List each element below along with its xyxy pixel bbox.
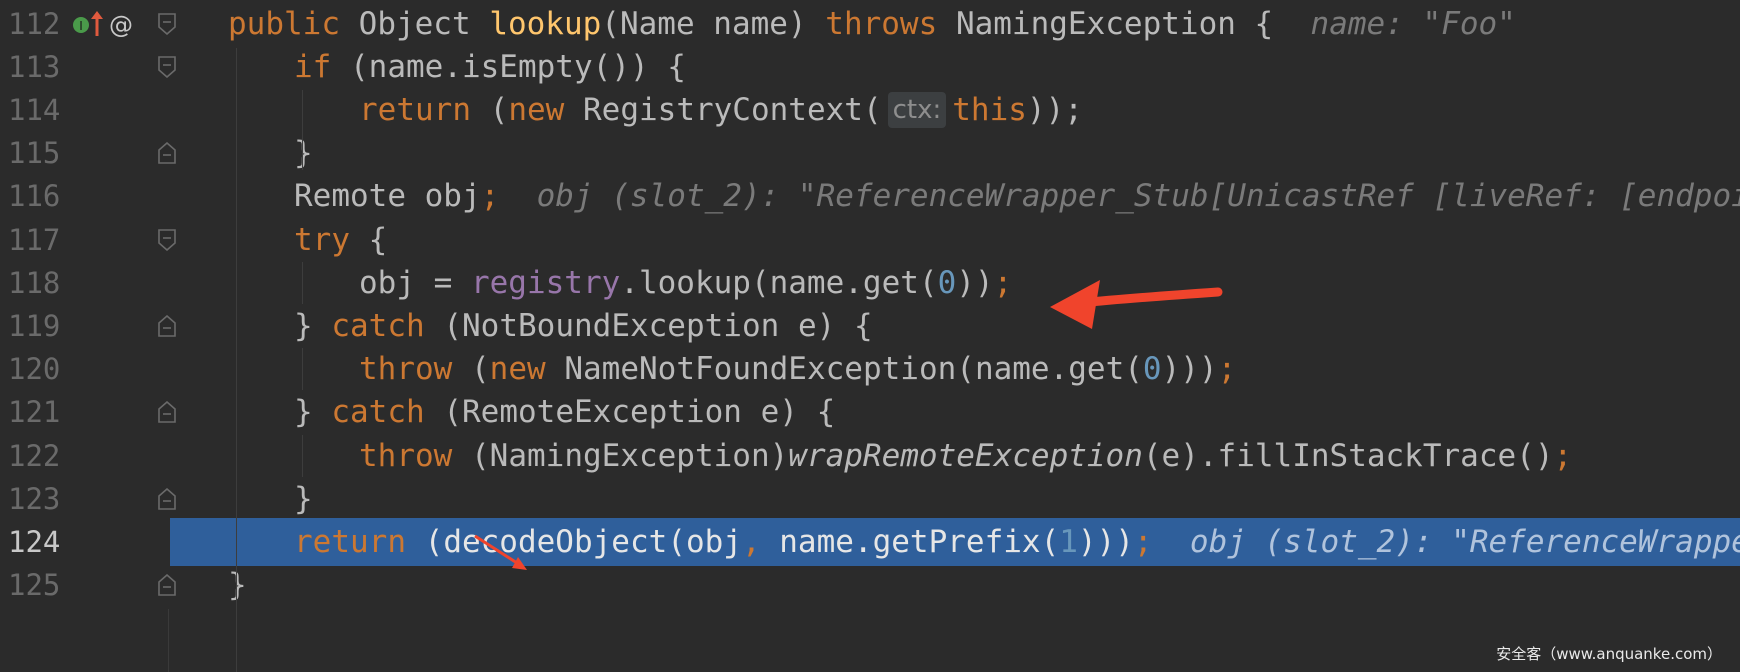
line-number: 118 [8,266,61,300]
code-text: } catch (RemoteException e) { [294,394,836,430]
indent-guide [302,90,303,170]
fold-open-icon[interactable] [158,229,176,251]
code-line-121[interactable]: 121 } catch (RemoteException e) { [0,388,1740,436]
line-number: 112 [8,7,61,41]
code-text: throw (new NameNotFoundException(name.ge… [359,351,1237,387]
inline-debug-value: obj (slot_2): "ReferenceWrapper [1189,524,1740,560]
gutter: 115 [0,129,176,177]
implements-icon[interactable]: I [73,17,89,33]
fold-close-icon[interactable] [158,315,176,337]
gutter: 123 [0,475,176,523]
code-text: try { [294,222,388,258]
line-number: 124 [8,525,61,559]
go-to-super-arrow-icon[interactable] [91,11,103,36]
code-line-113[interactable]: 113 if (name.isEmpty()) { [0,43,1740,91]
gutter: 125 [0,561,176,609]
code-text: throw (NamingException)wrapRemoteExcepti… [359,438,1573,474]
code-line-119[interactable]: 119 } catch (NotBoundException e) { [0,302,1740,350]
gutter: 117 [0,216,176,264]
watermark: 安全客（www.anquanke.com） [1492,641,1726,666]
line-number: 120 [8,352,61,386]
code-text: } catch (NotBoundException e) { [294,308,873,344]
code-line-115[interactable]: 115 } [0,129,1740,177]
code-line-124-current[interactable]: 124 return (decodeObject(obj, name.getPr… [0,518,1740,566]
gutter: 114 [0,86,170,134]
code-text: } [228,567,247,603]
line-number: 117 [8,223,61,257]
gutter: 120 [0,345,170,393]
line-number: 113 [8,50,61,84]
code-text: if (name.isEmpty()) { [294,49,686,85]
code-text: } [294,481,313,517]
indent-guide [302,262,303,304]
gutter: 118 [0,259,170,307]
gutter: 112 I @ [0,0,176,48]
fold-open-icon[interactable] [158,13,176,35]
inline-debug-value: name: "Foo" [1310,6,1516,42]
line-number: 115 [8,136,61,170]
parameter-hint: ctx: [887,92,947,128]
indent-guide [236,48,237,672]
fold-close-icon[interactable] [158,574,176,596]
gutter: 121 [0,388,176,436]
line-number: 123 [8,482,61,516]
line-number: 121 [8,395,61,429]
code-line-118[interactable]: 118 obj = registry.lookup(name.get(0)); [0,259,1740,307]
gutter: 119 [0,302,176,350]
indent-guide [302,348,303,390]
code-line-120[interactable]: 120 throw (new NameNotFoundException(nam… [0,345,1740,393]
inline-debug-value: obj (slot_2): "ReferenceWrapper_Stub[Uni… [536,178,1740,214]
svg-text:I: I [79,19,83,33]
code-line-125[interactable]: 125 } [0,561,1740,609]
code-text: return (decodeObject(obj, name.getPrefix… [294,518,1740,566]
code-line-116[interactable]: 116 Remote obj; obj (slot_2): "Reference… [0,172,1740,220]
gutter: 113 [0,43,176,91]
gutter: 124 [0,518,170,566]
override-annotation-icon[interactable]: @ [109,11,133,39]
gutter: 116 [0,172,170,220]
line-number: 116 [8,179,61,213]
gutter-markers[interactable]: I @ [72,8,148,42]
code-line-112[interactable]: 112 I @ public Object lookup(Name name) … [0,0,1740,48]
code-text: obj = registry.lookup(name.get(0)); [359,265,1013,301]
code-text: } [294,135,313,171]
gutter: 122 [0,432,170,480]
code-line-122[interactable]: 122 throw (NamingException)wrapRemoteExc… [0,432,1740,480]
code-line-123[interactable]: 123 } [0,475,1740,523]
fold-close-icon[interactable] [158,142,176,164]
fold-close-icon[interactable] [158,401,176,423]
line-number: 125 [8,568,61,602]
code-editor[interactable]: 112 I @ public Object lookup(Name name) … [0,0,1740,672]
line-number: 114 [8,93,61,127]
code-line-114[interactable]: 114 return (new RegistryContext(ctx: this… [0,86,1740,134]
code-text: return (new RegistryContext(ctx: this)); [359,92,1083,128]
code-text: public Object lookup(Name name) throws N… [228,6,1516,42]
line-number: 122 [8,439,61,473]
fold-open-icon[interactable] [158,56,176,78]
fold-close-icon[interactable] [158,488,176,510]
code-text: Remote obj; obj (slot_2): "ReferenceWrap… [294,172,1740,220]
line-number: 119 [8,309,61,343]
code-line-117[interactable]: 117 try { [0,216,1740,264]
indent-guide [302,435,303,477]
